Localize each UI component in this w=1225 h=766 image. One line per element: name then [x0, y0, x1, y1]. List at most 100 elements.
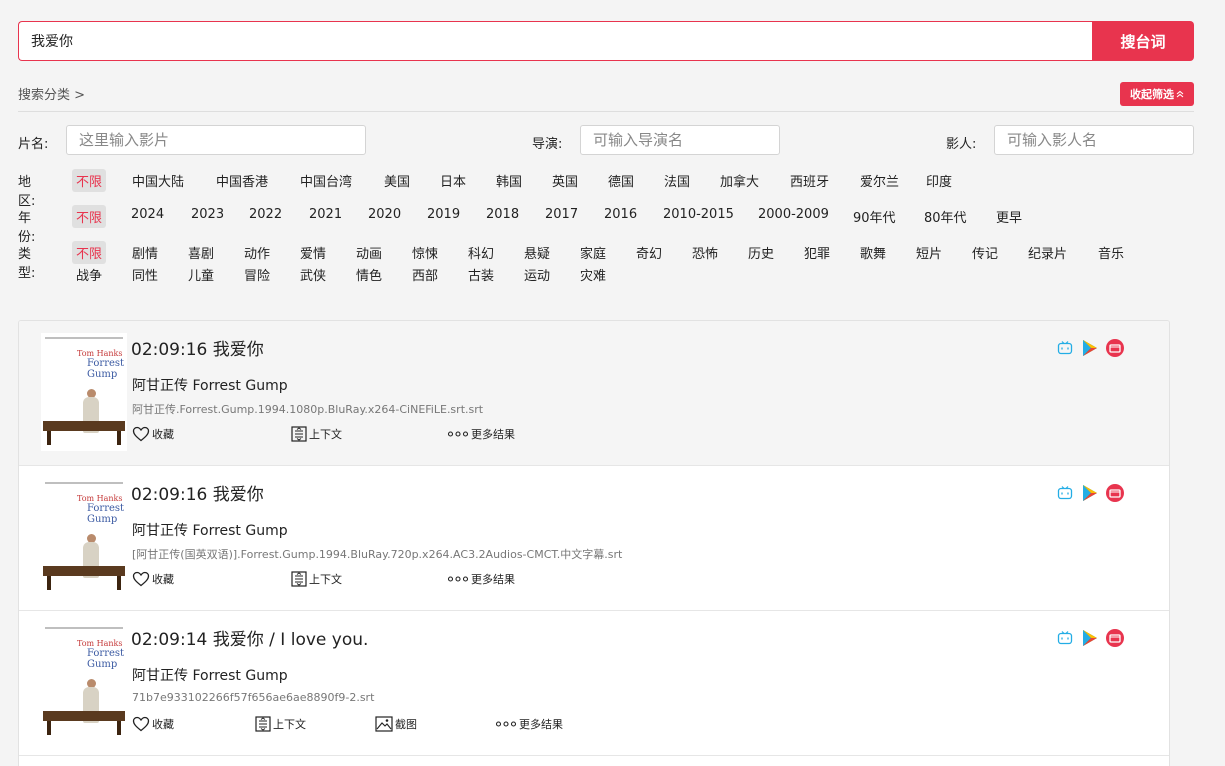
- genre-option[interactable]: 战争: [72, 263, 106, 286]
- genre-option[interactable]: 历史: [744, 241, 778, 264]
- more-results-button[interactable]: 更多结果: [447, 426, 515, 442]
- subtitle-line[interactable]: 02:09:16 我爱你: [131, 480, 264, 505]
- video-icon[interactable]: [1105, 483, 1125, 507]
- favorite-button[interactable]: 收藏: [132, 426, 174, 442]
- subtitle-line[interactable]: 02:09:14 我爱你 / I love you.: [131, 625, 368, 650]
- subtitle-file-name[interactable]: 阿甘正传.Forrest.Gump.1994.1080p.BluRay.x264…: [132, 401, 483, 417]
- result-item[interactable]: Tom Hanks Forrest Gump 02:09:16 我爱你 阿甘正传 …: [19, 466, 1169, 611]
- genre-option[interactable]: 动画: [352, 241, 386, 264]
- actor-input[interactable]: [994, 125, 1194, 155]
- year-option[interactable]: 2024: [127, 205, 168, 224]
- more-results-button[interactable]: 更多结果: [447, 571, 515, 587]
- year-option[interactable]: 2016: [600, 205, 641, 224]
- tv-icon[interactable]: [1057, 340, 1073, 360]
- region-option[interactable]: 英国: [548, 169, 582, 192]
- year-option[interactable]: 80年代: [920, 205, 971, 228]
- year-option[interactable]: 2017: [541, 205, 582, 224]
- genre-option[interactable]: 动作: [240, 241, 274, 264]
- year-option[interactable]: 2019: [423, 205, 464, 224]
- result-item[interactable]: Tom Hanks Forrest Gump 02:09:14 我爱你 / I l…: [19, 611, 1169, 756]
- genre-option[interactable]: 儿童: [184, 263, 218, 286]
- region-option[interactable]: 日本: [436, 169, 470, 192]
- year-option[interactable]: 2023: [187, 205, 228, 224]
- tv-icon[interactable]: [1057, 485, 1073, 505]
- search-input[interactable]: [18, 21, 1092, 61]
- region-option[interactable]: 德国: [604, 169, 638, 192]
- genre-option[interactable]: 爱情: [296, 241, 330, 264]
- director-input[interactable]: [580, 125, 780, 155]
- subtitle-line[interactable]: 02:09:16 我爱你: [131, 335, 264, 360]
- genre-option[interactable]: 短片: [912, 241, 946, 264]
- screenshot-button[interactable]: 截图: [375, 716, 417, 732]
- genre-option[interactable]: 不限: [72, 241, 107, 264]
- year-option[interactable]: 2000-2009: [754, 205, 833, 224]
- subtitle-file-name[interactable]: [阿甘正传(国英双语)].Forrest.Gump.1994.BluRay.72…: [132, 546, 622, 562]
- region-option[interactable]: 西班牙: [786, 169, 833, 192]
- region-option[interactable]: 加拿大: [716, 169, 763, 192]
- year-option[interactable]: 不限: [72, 205, 107, 228]
- genre-option[interactable]: 家庭: [576, 241, 610, 264]
- movie-name[interactable]: 阿甘正传 Forrest Gump: [132, 665, 288, 685]
- image-icon: [375, 716, 393, 732]
- genre-option[interactable]: 纪录片: [1024, 241, 1071, 264]
- genre-option[interactable]: 同性: [128, 263, 162, 286]
- movie-poster[interactable]: Tom Hanks Forrest Gump: [41, 333, 127, 451]
- search-button[interactable]: 搜台词: [1092, 21, 1194, 61]
- genre-option[interactable]: 惊悚: [408, 241, 442, 264]
- genre-option[interactable]: 歌舞: [856, 241, 890, 264]
- genre-option[interactable]: 武侠: [296, 263, 330, 286]
- genre-option[interactable]: 科幻: [464, 241, 498, 264]
- region-option[interactable]: 中国香港: [212, 169, 272, 192]
- tv-icon[interactable]: [1057, 630, 1073, 650]
- genre-option[interactable]: 灾难: [576, 263, 610, 286]
- result-item[interactable]: Tom Hanks Forrest Gump 02:09:16 我爱你 阿甘正传 …: [19, 321, 1169, 466]
- genre-option[interactable]: 古装: [464, 263, 498, 286]
- context-button[interactable]: 上下文: [291, 426, 342, 442]
- genre-option[interactable]: 犯罪: [800, 241, 834, 264]
- movie-name[interactable]: 阿甘正传 Forrest Gump: [132, 520, 288, 540]
- collapse-filter-button[interactable]: 收起筛选: [1120, 82, 1194, 106]
- genre-option[interactable]: 冒险: [240, 263, 274, 286]
- year-option[interactable]: 90年代: [849, 205, 900, 228]
- genre-option[interactable]: 喜剧: [184, 241, 218, 264]
- genre-option[interactable]: 悬疑: [520, 241, 554, 264]
- favorite-button[interactable]: 收藏: [132, 571, 174, 587]
- region-option[interactable]: 法国: [660, 169, 694, 192]
- region-option[interactable]: 爱尔兰: [856, 169, 903, 192]
- genre-option[interactable]: 传记: [968, 241, 1002, 264]
- year-option[interactable]: 2022: [245, 205, 286, 224]
- genre-option[interactable]: 西部: [408, 263, 442, 286]
- title-input[interactable]: [66, 125, 366, 155]
- genre-option[interactable]: 剧情: [128, 241, 162, 264]
- genre-option[interactable]: 情色: [352, 263, 386, 286]
- genre-option[interactable]: 恐怖: [688, 241, 722, 264]
- subtitle-file-name[interactable]: 71b7e933102266f57f656ae6ae8890f9-2.srt: [132, 691, 374, 704]
- video-icon[interactable]: [1105, 338, 1125, 362]
- favorite-button[interactable]: 收藏: [132, 716, 174, 732]
- year-option[interactable]: 更早: [992, 205, 1026, 228]
- region-option[interactable]: 印度: [922, 169, 956, 192]
- movie-poster[interactable]: Tom Hanks Forrest Gump: [41, 478, 127, 596]
- genre-option[interactable]: 运动: [520, 263, 554, 286]
- play-icon[interactable]: [1079, 338, 1099, 362]
- genre-option[interactable]: 奇幻: [632, 241, 666, 264]
- year-option[interactable]: 2018: [482, 205, 523, 224]
- context-button[interactable]: 上下文: [255, 716, 306, 732]
- play-icon[interactable]: [1079, 628, 1099, 652]
- region-option[interactable]: 中国大陆: [128, 169, 188, 192]
- context-button[interactable]: 上下文: [291, 571, 342, 587]
- year-option[interactable]: 2021: [305, 205, 346, 224]
- movie-poster[interactable]: Tom Hanks Forrest Gump: [41, 623, 127, 741]
- genre-option[interactable]: 音乐: [1094, 241, 1128, 264]
- more-results-button[interactable]: 更多结果: [495, 716, 563, 732]
- movie-name[interactable]: 阿甘正传 Forrest Gump: [132, 375, 288, 395]
- year-option[interactable]: 2010-2015: [659, 205, 738, 224]
- year-option[interactable]: 2020: [364, 205, 405, 224]
- category-toggle[interactable]: 搜索分类 >: [18, 84, 85, 103]
- play-icon[interactable]: [1079, 483, 1099, 507]
- region-option[interactable]: 中国台湾: [296, 169, 356, 192]
- region-option[interactable]: 韩国: [492, 169, 526, 192]
- region-option[interactable]: 不限: [72, 169, 107, 192]
- region-option[interactable]: 美国: [380, 169, 414, 192]
- video-icon[interactable]: [1105, 628, 1125, 652]
